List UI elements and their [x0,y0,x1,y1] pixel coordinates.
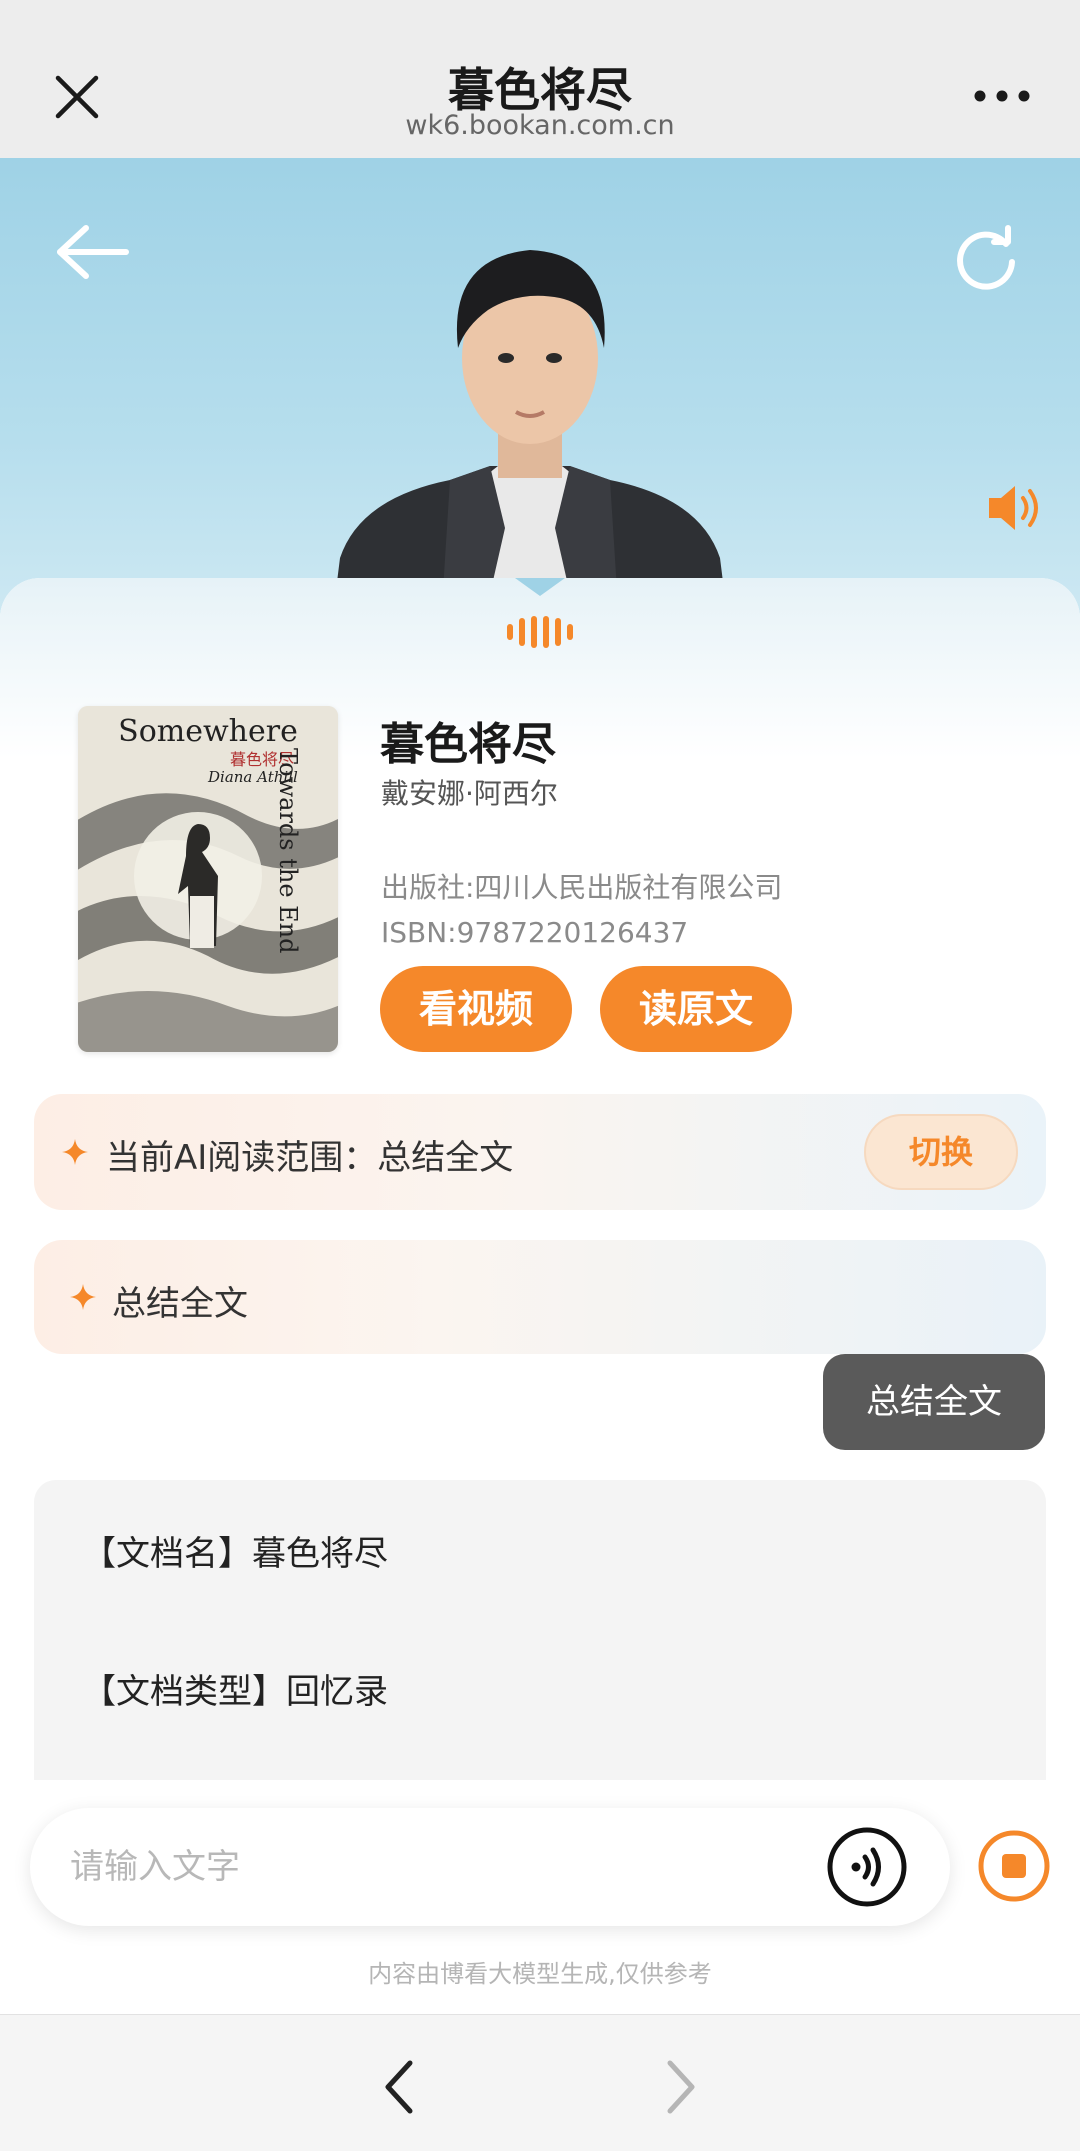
cover-title: Somewhere [118,714,298,749]
speaker-icon[interactable] [985,480,1045,536]
voice-icon[interactable] [826,1826,908,1908]
browser-bottom-nav [0,2014,1080,2151]
book-cover[interactable]: Somewhere 暮色将尽 Diana Athill Towards the … [78,706,338,1052]
switch-scope-button[interactable]: 切换 [864,1114,1018,1190]
ai-answer-card: 【文档名】暮色将尽 【文档类型】回忆录 [34,1480,1046,1780]
sparkle-icon [70,1284,96,1310]
watch-video-button[interactable]: 看视频 [380,966,572,1052]
scope-label: 当前AI阅读范围：总结全文 [106,1138,514,1178]
speaking-wave-icon [507,616,573,648]
ai-disclaimer: 内容由博看大模型生成,仅供参考 [368,1960,712,1988]
message-input-bar [30,1808,950,1926]
sheet-notch [515,578,565,596]
cover-subtitle: Towards the End [274,748,302,954]
user-message-bubble: 总结全文 [823,1354,1045,1450]
browser-header: 暮色将尽 wk6.bookan.com.cn [0,0,1080,158]
answer-line: 【文档类型】回忆录 [82,1672,388,1712]
book-isbn: ISBN:9787220126437 [381,916,689,949]
back-arrow-icon[interactable] [52,222,132,282]
book-title: 暮色将尽 [380,719,556,770]
suggestion-chip[interactable]: 总结全文 [34,1240,1046,1354]
suggestion-label: 总结全文 [112,1284,248,1324]
stop-icon[interactable] [976,1828,1052,1904]
sparkle-icon [62,1139,88,1165]
book-publisher: 出版社:四川人民出版社有限公司 [381,871,783,904]
more-icon[interactable] [972,86,1032,106]
chevron-right-icon[interactable] [660,2059,700,2115]
book-author: 戴安娜·阿西尔 [381,777,558,810]
ai-reading-scope-bar: 当前AI阅读范围：总结全文 切换 [34,1094,1046,1210]
answer-line: 【文档名】暮色将尽 [82,1534,388,1574]
page-url: wk6.bookan.com.cn [405,110,675,141]
avatar-stage [0,158,1080,628]
chevron-left-icon[interactable] [380,2059,420,2115]
refresh-icon[interactable] [950,222,1022,294]
read-original-button[interactable]: 读原文 [600,966,792,1052]
message-input[interactable] [70,1832,810,1902]
digital-human-avatar [331,250,729,628]
